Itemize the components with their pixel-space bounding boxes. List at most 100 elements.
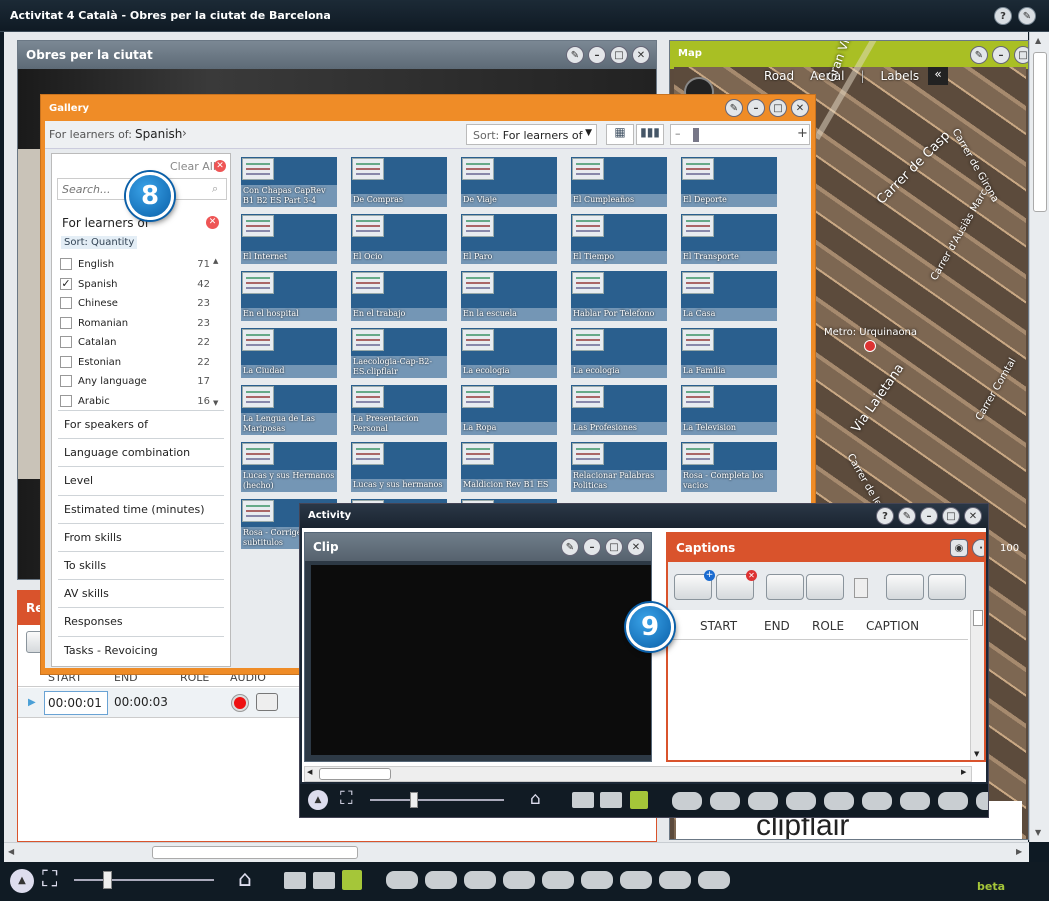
wrench-icon[interactable]: ✎ bbox=[898, 507, 916, 525]
clear-icon[interactable]: ✕ bbox=[214, 160, 226, 172]
learners-value[interactable]: Spanish bbox=[135, 127, 182, 141]
gallery-item[interactable]: En el trabajo bbox=[351, 271, 447, 321]
language-option[interactable]: Chinese 23 bbox=[60, 295, 210, 314]
checkbox[interactable]: ✓ bbox=[60, 277, 72, 290]
wrench-icon[interactable]: ✎ bbox=[1018, 7, 1036, 25]
caption-time-out-button[interactable] bbox=[928, 574, 966, 600]
gallery-item[interactable]: El Cumpleaños bbox=[571, 157, 667, 207]
add-list-icon[interactable] bbox=[786, 792, 816, 810]
close-icon[interactable]: ✕ bbox=[632, 46, 650, 64]
gallery-item[interactable]: Rosa - Completa los vacios bbox=[681, 442, 777, 492]
set-end-button[interactable] bbox=[806, 574, 844, 600]
zoom-slider-track[interactable] bbox=[370, 799, 504, 801]
gallery-item[interactable]: El Internet bbox=[241, 214, 337, 264]
set-start-button[interactable] bbox=[766, 574, 804, 600]
checkbox[interactable] bbox=[60, 258, 72, 270]
wrench-icon[interactable]: ✎ bbox=[970, 46, 988, 64]
filter-section[interactable]: Language combination bbox=[58, 438, 224, 466]
minimize-icon[interactable]: – bbox=[992, 46, 1010, 64]
zoom-in-icon[interactable]: + bbox=[797, 126, 808, 141]
gallery-item[interactable]: La Television bbox=[681, 385, 777, 435]
filter-section[interactable]: Tasks - Revoicing bbox=[58, 635, 224, 664]
gallery-item[interactable]: La Familia bbox=[681, 328, 777, 378]
scroll-down-icon[interactable]: ▼ bbox=[974, 750, 979, 758]
gallery-item[interactable]: La ecologia bbox=[571, 328, 667, 378]
minimize-icon[interactable]: – bbox=[588, 46, 606, 64]
gallery-item[interactable]: Lucas y sus Hermanos (hecho) bbox=[241, 442, 337, 492]
zoom-fit-icon[interactable]: ⛶ bbox=[42, 867, 57, 892]
zoom-out-icon[interactable]: – bbox=[675, 127, 681, 140]
metro-icon[interactable] bbox=[864, 340, 876, 352]
save-icon[interactable] bbox=[630, 791, 648, 809]
grid-view-icon[interactable]: ▦ bbox=[606, 124, 634, 145]
add-video-icon[interactable] bbox=[698, 871, 730, 889]
scroll-left-icon[interactable]: ◀ bbox=[307, 768, 312, 776]
home-icon[interactable]: ⌂ bbox=[238, 867, 252, 892]
zoom-slider-thumb[interactable] bbox=[410, 792, 418, 808]
scroll-up-icon[interactable]: ▲ bbox=[213, 257, 218, 265]
minimize-icon[interactable]: – bbox=[583, 538, 601, 556]
gallery-item[interactable]: Maldicion Rev B1 ES bbox=[461, 442, 557, 492]
add-list-icon[interactable] bbox=[503, 871, 535, 889]
gallery-item[interactable]: Hablar Por Telefono bbox=[571, 271, 667, 321]
add-map-icon[interactable] bbox=[581, 871, 613, 889]
scroll-thumb[interactable] bbox=[152, 846, 358, 859]
home-icon[interactable]: ⌂ bbox=[530, 789, 541, 809]
scroll-up-icon[interactable]: ▲ bbox=[1035, 36, 1041, 45]
activity-hscrollbar[interactable]: ◀ ▶ bbox=[304, 766, 972, 782]
gallery-item[interactable]: En la escuela bbox=[461, 271, 557, 321]
wrench-icon[interactable]: ✎ bbox=[561, 538, 579, 556]
filter-section[interactable]: Level bbox=[58, 466, 224, 494]
scroll-left-icon[interactable]: ◀ bbox=[8, 847, 14, 856]
filter-section[interactable]: To skills bbox=[58, 551, 224, 579]
add-grid-icon[interactable] bbox=[938, 792, 968, 810]
gallery-item[interactable]: Con Chapas CapRev B1 B2 ES Part 3-4 bbox=[241, 157, 337, 207]
folder-icon[interactable] bbox=[600, 792, 622, 808]
map-mode-road[interactable]: Road bbox=[764, 69, 794, 83]
maximize-icon[interactable]: □ bbox=[610, 46, 628, 64]
gallery-item[interactable]: La ecologia bbox=[461, 328, 557, 378]
maximize-icon[interactable]: □ bbox=[769, 99, 787, 117]
gallery-item[interactable]: La Ciudad bbox=[241, 328, 337, 378]
add-caption-button[interactable]: + bbox=[674, 570, 715, 600]
add-text-icon[interactable] bbox=[464, 871, 496, 889]
add-clip-icon[interactable] bbox=[672, 792, 702, 810]
remove-filter-icon[interactable]: ✕ bbox=[206, 216, 219, 229]
add-image-icon[interactable] bbox=[824, 792, 854, 810]
captions-scrollbar[interactable]: ▼ bbox=[970, 610, 984, 760]
checkbox[interactable] bbox=[60, 394, 72, 407]
gallery-item[interactable]: El Tiempo bbox=[571, 214, 667, 264]
close-icon[interactable]: ✕ bbox=[627, 538, 645, 556]
folder-icon[interactable] bbox=[313, 872, 335, 889]
filter-section[interactable]: AV skills bbox=[58, 579, 224, 607]
zoom-thumb[interactable] bbox=[693, 128, 699, 142]
scroll-down-icon[interactable]: ▼ bbox=[1035, 828, 1041, 837]
language-option[interactable]: Arabic 16 bbox=[60, 393, 210, 412]
clip-video[interactable] bbox=[311, 565, 651, 755]
checkbox[interactable] bbox=[60, 316, 72, 329]
bar-view-icon[interactable]: ▮▮▮ bbox=[636, 124, 664, 145]
start-time-field[interactable]: 00:00:01 bbox=[44, 691, 108, 715]
sort-quantity-tag[interactable]: Sort: Quantity bbox=[61, 236, 138, 249]
map-collapse-button[interactable]: « bbox=[928, 67, 948, 85]
add-text-icon[interactable] bbox=[748, 792, 778, 810]
gallery-item[interactable]: La Casa bbox=[681, 271, 777, 321]
record-icon[interactable] bbox=[232, 695, 248, 711]
camera-icon[interactable]: ◉ bbox=[950, 539, 968, 557]
workspace-vscrollbar[interactable]: ▲ ▼ bbox=[1029, 32, 1049, 842]
gallery-item[interactable]: De Viaje bbox=[461, 157, 557, 207]
minimize-icon[interactable]: – bbox=[747, 99, 765, 117]
gallery-item[interactable]: El Transporte bbox=[681, 214, 777, 264]
checkbox[interactable] bbox=[60, 336, 72, 348]
gallery-item[interactable]: Las Profesiones bbox=[571, 385, 667, 435]
add-clip-icon[interactable] bbox=[386, 871, 418, 889]
minimize-icon[interactable]: – bbox=[920, 507, 938, 525]
language-option[interactable]: English 71 bbox=[60, 256, 210, 275]
filter-section-title[interactable]: For learners of bbox=[62, 216, 149, 230]
scroll-thumb[interactable] bbox=[973, 610, 983, 626]
gallery-item[interactable]: En el hospital bbox=[241, 271, 337, 321]
language-option[interactable]: ✓ Spanish 42 bbox=[60, 276, 210, 295]
gallery-item[interactable]: Relacionar Palabras Politicas bbox=[571, 442, 667, 492]
remove-caption-button[interactable]: ✕ bbox=[716, 570, 757, 600]
add-map-icon[interactable] bbox=[862, 792, 892, 810]
